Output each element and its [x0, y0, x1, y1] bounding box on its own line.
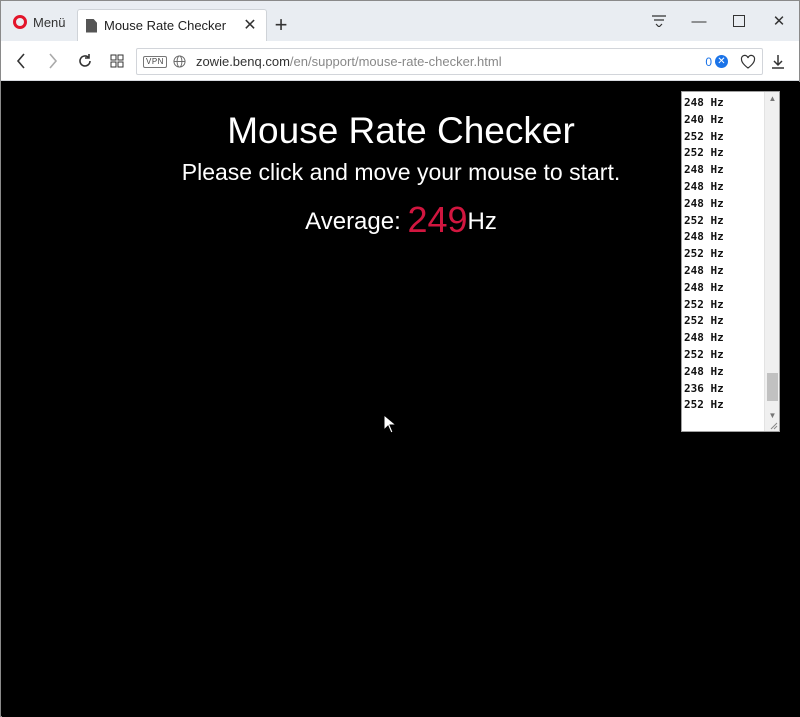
- maximize-icon[interactable]: [719, 15, 759, 27]
- log-line: 248 Hz: [684, 364, 724, 378]
- window-controls: — ✕: [639, 1, 799, 41]
- url-field[interactable]: VPN zowie.benq.com/en/support/mouse-rate…: [136, 48, 763, 75]
- log-line: 252 Hz: [684, 398, 724, 412]
- scroll-down-icon[interactable]: ▼: [765, 409, 779, 423]
- log-line: 248 Hz: [684, 96, 724, 109]
- opera-logo-icon: [13, 15, 27, 29]
- close-tab-icon[interactable]: ✕: [242, 17, 258, 34]
- scrollbar-thumb[interactable]: [767, 373, 778, 401]
- tabs-grid-icon[interactable]: [107, 51, 127, 71]
- tab-menu-icon[interactable]: [639, 15, 679, 27]
- browser-window: Menü Mouse Rate Checker ✕ + — ✕ VPN zowi…: [0, 0, 800, 717]
- log-line: 248 Hz: [684, 280, 724, 294]
- log-line: 248 Hz: [684, 196, 724, 210]
- log-line: 252 Hz: [684, 247, 724, 261]
- minimize-icon[interactable]: —: [679, 13, 719, 30]
- log-line: 252 Hz: [684, 297, 724, 311]
- log-scrollbar[interactable]: ▲ ▼: [764, 92, 779, 431]
- address-bar: VPN zowie.benq.com/en/support/mouse-rate…: [1, 41, 799, 81]
- log-line: 248 Hz: [684, 230, 724, 244]
- average-unit: Hz: [467, 208, 497, 235]
- close-window-icon[interactable]: ✕: [759, 12, 799, 30]
- heart-icon[interactable]: [740, 54, 756, 70]
- new-tab-button[interactable]: +: [271, 14, 291, 36]
- download-icon[interactable]: [769, 53, 787, 71]
- average-label: Average:: [305, 208, 401, 235]
- forward-icon[interactable]: [43, 51, 63, 71]
- log-line: 236 Hz: [684, 381, 724, 395]
- document-icon: [86, 18, 97, 33]
- opera-menu-button[interactable]: Menü: [7, 11, 72, 33]
- scroll-up-icon[interactable]: ▲: [765, 92, 779, 106]
- tab-mouse-rate-checker[interactable]: Mouse Rate Checker ✕: [77, 9, 267, 41]
- log-line: 248 Hz: [684, 263, 724, 277]
- mouse-cursor-icon: [383, 414, 397, 434]
- url-text[interactable]: zowie.benq.com/en/support/mouse-rate-che…: [196, 54, 705, 69]
- rate-log-lines: 248 Hz 240 Hz 252 Hz 252 Hz 248 Hz 248 Hz 248 …: [684, 95, 724, 414]
- title-bar: Menü Mouse Rate Checker ✕ + — ✕: [1, 1, 799, 41]
- globe-icon: [173, 55, 186, 68]
- adblock-indicator[interactable]: 0 ✕: [705, 55, 728, 69]
- page-content[interactable]: Mouse Rate Checker Please click and move…: [2, 82, 800, 717]
- url-host: zowie.benq.com: [195, 54, 290, 69]
- rate-log-textarea[interactable]: 248 Hz 240 Hz 252 Hz 252 Hz 248 Hz 248 Hz 248 …: [681, 91, 780, 432]
- back-icon[interactable]: [11, 51, 31, 71]
- reload-icon[interactable]: [75, 51, 95, 71]
- vpn-badge[interactable]: VPN: [143, 55, 167, 68]
- log-line: 252 Hz: [684, 129, 724, 143]
- log-line: 248 Hz: [684, 331, 724, 345]
- adblock-count: 0: [705, 54, 712, 69]
- log-line: 252 Hz: [684, 347, 724, 361]
- log-line: 252 Hz: [684, 213, 724, 227]
- menu-label: Menü: [33, 14, 66, 30]
- log-line: 240 Hz: [684, 112, 724, 126]
- log-line: 248 Hz: [684, 163, 724, 177]
- average-value: 249: [407, 199, 468, 240]
- tab-title: Mouse Rate Checker: [104, 18, 227, 33]
- log-line: 252 Hz: [684, 314, 724, 328]
- log-line: 248 Hz: [684, 179, 724, 193]
- resize-grip-icon[interactable]: [770, 422, 778, 430]
- url-path: /en/support/mouse-rate-checker.html: [289, 54, 502, 69]
- adblock-shield-icon: ✕: [715, 55, 728, 68]
- log-line: 252 Hz: [684, 146, 724, 160]
